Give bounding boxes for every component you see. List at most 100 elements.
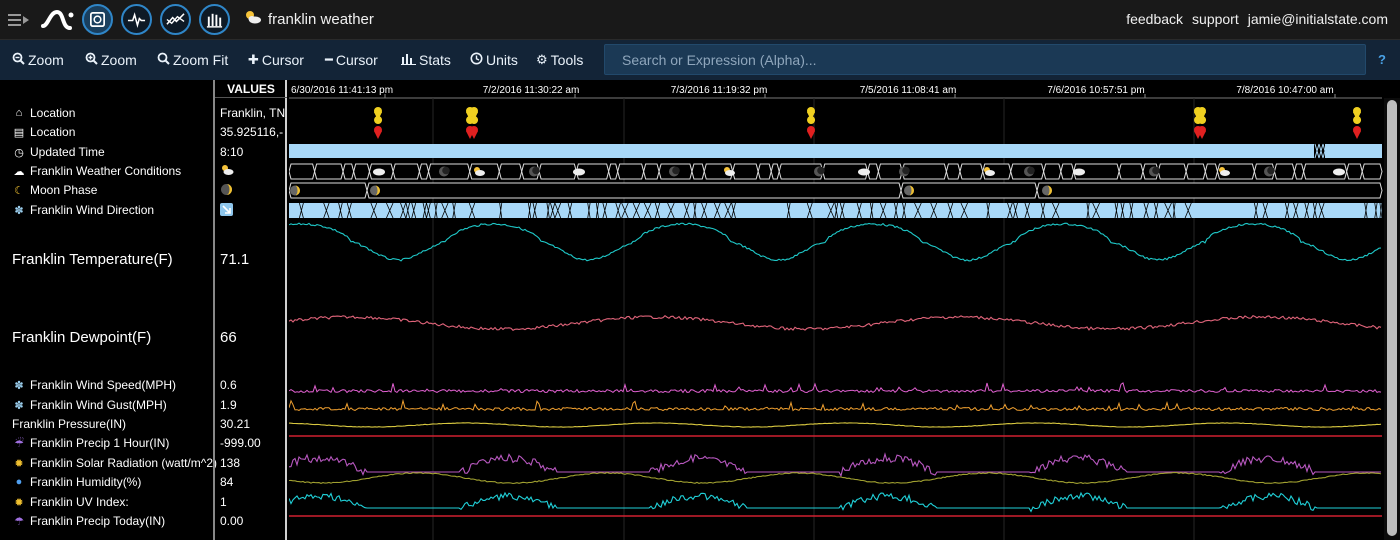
weather-condition-segment [418,163,430,180]
zoom-in-button[interactable]: Zoom [85,52,137,68]
vertical-scrollbar[interactable] [1384,98,1400,540]
scrollbar-thumb[interactable] [1387,100,1397,536]
minus-icon: ━ [325,52,333,67]
cloud-icon [1220,170,1230,176]
weather-condition-segment [1273,163,1295,180]
add-cursor-button[interactable]: ✚ Cursor [248,52,304,68]
bar-chart-icon [401,52,416,68]
night-moon-shade [532,166,540,175]
signal-label-wind-direction[interactable]: ✽ Franklin Wind Direction [12,203,154,217]
uv-index-series-line [289,491,1381,513]
signal-label-pressure[interactable]: Franklin Pressure(IN) [12,417,126,431]
weather-condition-segment [959,163,984,180]
sun-icon: ✹ [14,457,24,470]
weather-condition-segment [691,163,705,180]
signal-label-humidity[interactable]: ● Franklin Humidity(%) [12,475,142,489]
values-header: VALUES [215,82,287,98]
units-label: Units [486,52,518,68]
sun-icon: ✹ [14,496,24,509]
crescent-moon-icon: ☾ [14,184,24,197]
waves-plot[interactable]: 6/29/2016 11:52:04 am6/30/2016 11:41:13 … [289,80,1384,540]
menu-toggle-icon[interactable] [8,11,30,29]
signal-label-dewpoint[interactable]: Franklin Dewpoint(F) [12,329,151,346]
bucket-title[interactable]: franklin weather [244,10,374,28]
waves-view-icon[interactable] [121,4,152,35]
signal-label-location-coords[interactable]: ▤ Location [12,125,76,139]
value-moon-phase [220,183,233,199]
cloud-icon [1073,168,1085,176]
weather-condition-segment [1361,163,1383,180]
top-bar: franklin weather feedback support jamie@… [0,0,1400,40]
stats-button[interactable]: Stats [401,52,451,68]
signal-label-wind-gust[interactable]: ✽ Franklin Wind Gust(MPH) [12,398,166,412]
units-button[interactable]: Units [470,52,518,68]
zoom-fit-button[interactable]: Zoom Fit [157,52,228,68]
weather-condition-segment [392,163,420,180]
signal-label-temperature[interactable]: Franklin Temperature(F) [12,251,173,268]
value-location: Franklin, TN [220,106,286,120]
time-tick-label: 7/8/2016 10:47:00 am [1236,85,1333,96]
signal-label-uv-index[interactable]: ✹ Franklin UV Index: [12,495,128,509]
value-wind-direction [220,203,233,219]
signal-label-wind-speed[interactable]: ✽ Franklin Wind Speed(MPH) [12,378,176,392]
tools-button[interactable]: ⚙ Tools [536,52,583,68]
value-precip-today: 0.00 [220,514,244,528]
signal-label-moon-phase[interactable]: ☾ Moon Phase [12,183,97,197]
location-pin-tip [374,131,382,139]
tools-label: Tools [550,52,584,68]
tiles-view-icon[interactable] [82,4,113,35]
weather-condition-segment [643,163,660,180]
signal-label-location[interactable]: ⌂ Location [12,106,76,120]
user-email-link[interactable]: jamie@initialstate.com [1248,11,1388,27]
updated-time-bar [1325,144,1382,158]
waves-plot-svg[interactable]: 6/29/2016 11:52:04 am6/30/2016 11:41:13 … [289,80,1384,540]
signal-label-weather-conditions[interactable]: ☁ Franklin Weather Conditions [12,164,182,178]
dewpoint-series-line [289,314,1382,331]
app-logo-icon[interactable] [40,6,76,34]
weather-condition-segment [538,163,577,180]
value-solar-radiation: 138 [220,456,241,470]
location-pin-tip [1353,131,1361,139]
value-humidity: 84 [220,475,234,489]
zoom-fit-icon [157,52,170,68]
signal-label-updated-time[interactable]: ◷ Updated Time [12,145,105,159]
wind-icon: ✽ [14,204,24,217]
value-dewpoint: 66 [220,329,237,346]
partly-cloudy-icon [222,165,234,175]
updated-time-bar [289,144,1314,158]
weather-condition-segment [1043,163,1062,180]
signal-label-precip-today[interactable]: ☂ Franklin Precip Today(IN) [12,514,165,528]
arrow-icon [220,203,233,216]
zoom-out-button[interactable]: Zoom [12,52,64,68]
help-button[interactable]: ? [1378,52,1386,67]
zoom-in-icon [85,52,98,68]
lines-view-icon[interactable] [160,4,191,35]
value-weather-conditions [220,164,234,179]
cloud-icon [985,170,995,176]
map-icon: ▤ [13,126,25,139]
cloud-icon [373,168,385,176]
cloud-icon: ☁ [13,165,25,178]
wind-gust-series-line [289,398,1382,412]
solar-radiation-series-line [289,452,1381,478]
signal-label-solar-radiation[interactable]: ✹ Franklin Solar Radiation (watt/m^2) [12,456,217,470]
weather-condition-segment [1157,163,1187,180]
feedback-link[interactable]: feedback [1126,11,1183,27]
moon-phase-segment [289,182,368,199]
weather-condition-segment [757,163,772,180]
main-panel: ⌂ Location ▤ Location ◷ Updated Time ☁ Frank… [0,80,1400,540]
pressure-series-line [289,422,1382,428]
zoom-in-label: Zoom [101,52,137,68]
value-wind-speed: 0.6 [220,378,237,392]
signal-label-precip-1h[interactable]: ☔ Franklin Precip 1 Hour(IN) [12,436,169,450]
bars-view-icon[interactable] [199,4,230,35]
user-nav: feedback support jamie@initialstate.com [1126,11,1388,27]
add-cursor-label: Cursor [261,52,304,68]
value-temperature: 71.1 [220,251,250,268]
weather-condition-segment [1346,163,1363,180]
support-link[interactable]: support [1192,11,1239,27]
clock-icon: ◷ [14,146,24,159]
wind-icon: ✽ [14,379,24,392]
search-input[interactable]: Search or Expression (Alpha)... [604,44,1366,75]
remove-cursor-button[interactable]: ━ Cursor [325,52,378,68]
